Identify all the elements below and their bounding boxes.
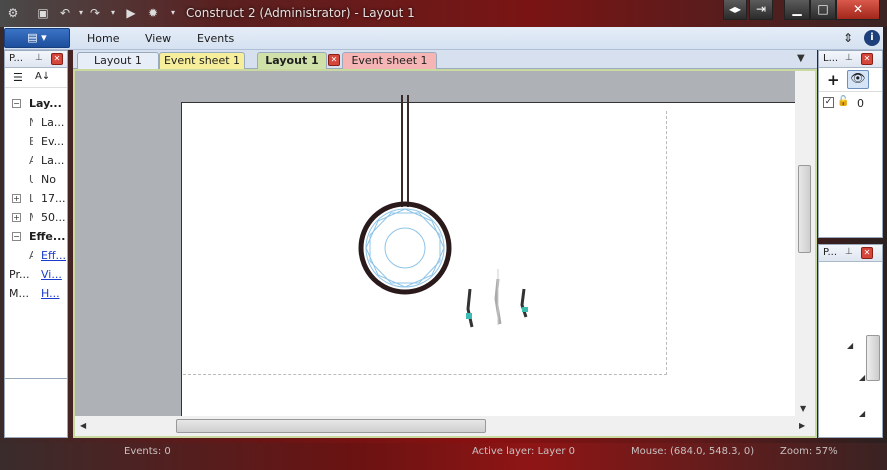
- exit-preview-button[interactable]: ⇥: [749, 0, 773, 20]
- collapse-icon[interactable]: −: [12, 99, 21, 108]
- scrollbar-thumb[interactable]: [866, 335, 880, 381]
- property-row[interactable]: + L 17...: [5, 190, 67, 209]
- layers-panel-header: L... ⊥ ✕: [819, 51, 882, 68]
- property-row[interactable]: UNo: [5, 171, 67, 190]
- property-row[interactable]: A Eff...: [5, 247, 67, 266]
- property-row[interactable]: NLa...: [5, 114, 67, 133]
- horizontal-scrollbar[interactable]: ◀ ▶: [75, 416, 815, 436]
- tab-event-sheet-1-b[interactable]: Event sheet 1: [342, 52, 437, 69]
- pin-icon[interactable]: ⊥: [35, 53, 43, 63]
- layout-border: [181, 102, 795, 103]
- chevron-down-icon[interactable]: ▾: [74, 6, 88, 20]
- layout-border: [181, 102, 182, 416]
- layout-margin: [181, 71, 795, 102]
- property-row[interactable]: M... H...: [5, 285, 67, 304]
- tabs-dropdown-icon[interactable]: ▼: [797, 53, 805, 64]
- projects-panel: P... ⊥ ✕ ◢ ◢ ◢: [818, 244, 883, 438]
- active-layer: Active layer: Layer 0: [472, 446, 575, 457]
- tree-expand-icon[interactable]: ◢: [859, 373, 865, 382]
- chevron-down-icon[interactable]: ▾: [166, 6, 180, 20]
- categorized-icon[interactable]: ☰: [13, 71, 23, 84]
- expand-icon[interactable]: +: [12, 213, 21, 222]
- events-count: Events: 0: [124, 446, 171, 457]
- feathers-sprite[interactable]: [460, 269, 540, 334]
- property-row[interactable]: E Ev...: [5, 133, 67, 152]
- close-panel-button[interactable]: ✕: [51, 53, 63, 65]
- property-row[interactable]: +M50...: [5, 209, 67, 228]
- properties-panel-header: P... ⊥ ✕: [5, 51, 67, 68]
- save-icon[interactable]: ▣: [36, 6, 50, 20]
- tab-view[interactable]: View: [145, 32, 171, 45]
- window-title: Construct 2 (Administrator) - Layout 1: [186, 6, 415, 20]
- minimize-button[interactable]: ▁: [784, 0, 810, 20]
- layer-visible-checkbox[interactable]: ✓: [823, 97, 834, 108]
- properties-toolbar: ☰ A↓: [5, 68, 67, 88]
- panel-divider: [5, 378, 67, 379]
- collapse-icon[interactable]: −: [12, 232, 21, 241]
- property-row[interactable]: A La...: [5, 152, 67, 171]
- pin-icon[interactable]: ⊥: [845, 53, 853, 63]
- tab-layout-1-active[interactable]: Layout 1: [257, 52, 327, 69]
- run-icon[interactable]: ▶: [124, 6, 138, 20]
- chevron-down-icon[interactable]: ▾: [106, 6, 120, 20]
- redo-icon[interactable]: ↷: [88, 6, 102, 20]
- layers-toolbar: + 👁: [819, 68, 882, 92]
- title-bar: ⚙ ▣ ↶ ▾ ↷ ▾ ▶ ✹ ▾ Construct 2 (Administr…: [0, 0, 887, 27]
- effects-link[interactable]: Eff...: [41, 249, 66, 262]
- zoom-level: Zoom: 57%: [780, 446, 838, 457]
- expand-icon[interactable]: +: [12, 194, 21, 203]
- status-bar: Events: 0 Active layer: Layer 0 Mouse: (…: [0, 443, 887, 470]
- maximize-button[interactable]: □: [810, 0, 836, 20]
- tab-home[interactable]: Home: [87, 32, 119, 45]
- close-button[interactable]: ✕: [836, 0, 880, 20]
- property-row[interactable]: Pr... Vi...: [5, 266, 67, 285]
- tab-events[interactable]: Events: [197, 32, 234, 45]
- layers-panel: L... ⊥ ✕ + 👁 ✓ 🔓 0: [818, 50, 883, 238]
- close-tab-button[interactable]: ✕: [328, 54, 340, 66]
- layout-view[interactable]: ▼ ◀ ▶: [73, 69, 817, 438]
- tree-expand-icon[interactable]: ◢: [847, 341, 853, 350]
- add-layer-icon[interactable]: +: [827, 71, 840, 89]
- project-link[interactable]: Vi...: [41, 268, 62, 281]
- more-link[interactable]: H...: [41, 287, 60, 300]
- sort-alphabetical-icon[interactable]: A↓: [35, 71, 50, 82]
- scrollbar-thumb[interactable]: [798, 165, 811, 253]
- lock-icon[interactable]: 🔓: [837, 96, 849, 107]
- help-icon[interactable]: i: [864, 30, 880, 46]
- layer-name: 0: [857, 97, 864, 110]
- undo-icon[interactable]: ↶: [58, 6, 72, 20]
- pin-icon[interactable]: ⊥: [845, 247, 853, 257]
- scroll-down-icon[interactable]: ▼: [800, 404, 806, 413]
- app-menu-button[interactable]: ▤ ▾: [4, 28, 70, 48]
- projects-panel-header: P... ⊥ ✕: [819, 245, 882, 262]
- properties-panel: P... ⊥ ✕ ☰ A↓ −Lay... NLa... EEv... ALa.…: [4, 50, 68, 438]
- tree-expand-icon[interactable]: ◢: [859, 409, 865, 418]
- property-row[interactable]: − Lay...: [5, 95, 67, 114]
- property-grid: −Lay... NLa... EEv... ALa... UNo +L17...…: [5, 95, 67, 365]
- scroll-right-icon[interactable]: ▶: [799, 421, 805, 430]
- close-panel-button[interactable]: ✕: [861, 247, 873, 259]
- scrollbar-thumb[interactable]: [176, 419, 486, 433]
- tab-event-sheet-1[interactable]: Event sheet 1: [159, 52, 245, 69]
- close-panel-button[interactable]: ✕: [861, 53, 873, 65]
- ribbon-collapse-icon[interactable]: ⇕: [840, 30, 856, 46]
- mouse-position: Mouse: (684.0, 548.3, 0): [631, 446, 755, 457]
- layout-margin: [75, 71, 181, 416]
- scroll-left-icon[interactable]: ◀: [80, 421, 86, 430]
- tab-layout-1[interactable]: Layout 1: [77, 52, 159, 69]
- document-tabs: Layout 1 Event sheet 1 Layout 1 ✕ Event …: [73, 50, 817, 69]
- vertical-scrollbar[interactable]: ▼: [795, 71, 815, 416]
- gear-icon[interactable]: ⚙: [6, 6, 20, 20]
- debug-icon[interactable]: ✹: [146, 6, 160, 20]
- layer-row[interactable]: ✓ 🔓 0: [823, 96, 879, 112]
- dreamcatcher-sprite[interactable]: [355, 95, 475, 305]
- property-row[interactable]: − Effe...: [5, 228, 67, 247]
- eye-icon[interactable]: 👁: [847, 70, 869, 89]
- fullscreen-button[interactable]: ◂▸: [723, 0, 747, 20]
- ribbon: ▤ ▾ Home View Events ⇕ i: [4, 27, 883, 50]
